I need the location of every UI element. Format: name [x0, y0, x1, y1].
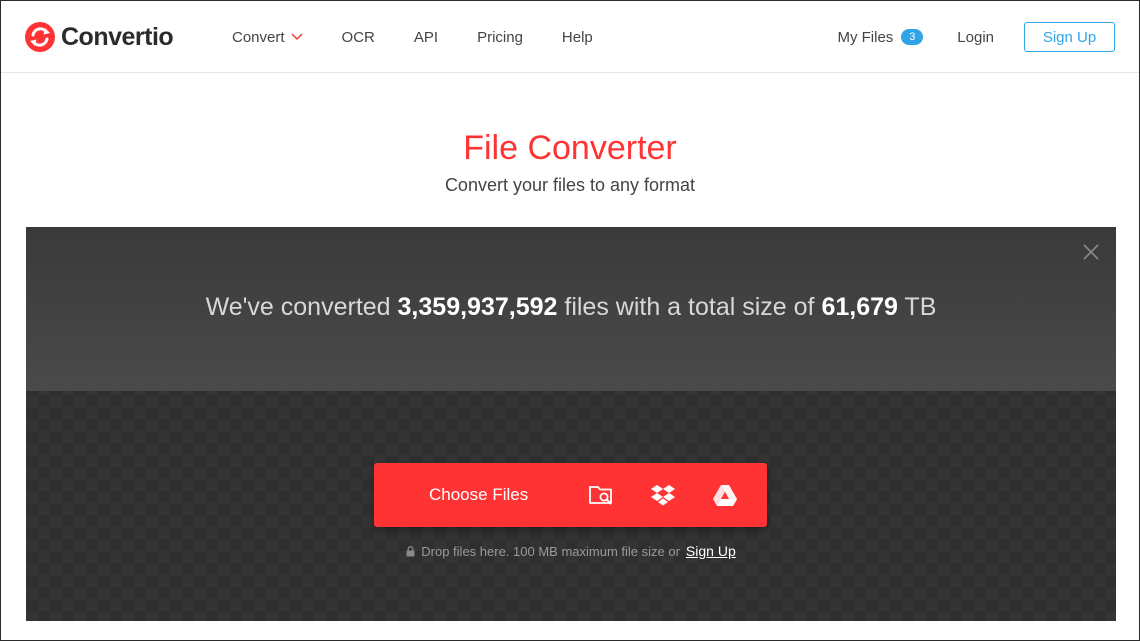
nav-pricing[interactable]: Pricing — [477, 29, 523, 46]
chevron-down-icon — [291, 33, 303, 41]
logo-text: Convertio — [61, 22, 174, 51]
choose-files-button[interactable]: Choose Files — [374, 463, 767, 527]
folder-search-icon[interactable] — [587, 481, 615, 509]
dropbox-icon[interactable] — [649, 481, 677, 509]
nav-api[interactable]: API — [414, 29, 438, 46]
stats-banner: We've converted 3,359,937,592 files with… — [26, 227, 1116, 391]
stats-unit: TB — [904, 293, 937, 321]
convertio-logo-icon — [25, 22, 55, 52]
page-subtitle: Convert your files to any format — [444, 175, 696, 195]
stats-prefix: We've converted — [205, 293, 391, 321]
sign-up-button[interactable]: Sign Up — [1024, 22, 1115, 52]
choose-files-label[interactable]: Choose Files — [429, 485, 579, 505]
stats-total-size: 61,679 — [821, 293, 898, 321]
page-title: File Converter — [463, 129, 677, 167]
my-files-link[interactable]: My Files 3 — [837, 28, 924, 46]
drop-hint-sign-up-link[interactable]: Sign Up — [686, 543, 736, 559]
login-link[interactable]: Login — [957, 29, 994, 46]
my-files-label: My Files — [837, 28, 894, 46]
close-icon[interactable] — [1082, 243, 1100, 261]
drop-hint: Drop files here. 100 MB maximum file siz… — [26, 543, 1116, 559]
google-drive-icon[interactable] — [711, 481, 739, 509]
conversion-stats: We've converted 3,359,937,592 files with… — [26, 293, 1116, 322]
main-nav: Convert OCR API Pricing Help — [232, 1, 632, 73]
nav-help[interactable]: Help — [562, 29, 593, 46]
stats-middle: files with a total size of — [564, 293, 815, 321]
upload-panel: We've converted 3,359,937,592 files with… — [26, 227, 1116, 621]
nav-convert-label: Convert — [232, 28, 285, 46]
lock-icon — [406, 545, 415, 556]
top-header: Convertio Convert OCR API Pricing Help M… — [1, 1, 1139, 73]
convertio-logo[interactable]: Convertio — [25, 21, 174, 53]
stats-files-count: 3,359,937,592 — [397, 293, 558, 321]
drop-hint-text: Drop files here. 100 MB maximum file siz… — [421, 543, 680, 559]
nav-convert[interactable]: Convert — [232, 29, 303, 46]
header-actions: My Files 3 Login Sign Up — [837, 1, 1115, 73]
nav-ocr[interactable]: OCR — [342, 29, 375, 46]
my-files-count-badge: 3 — [901, 29, 924, 45]
